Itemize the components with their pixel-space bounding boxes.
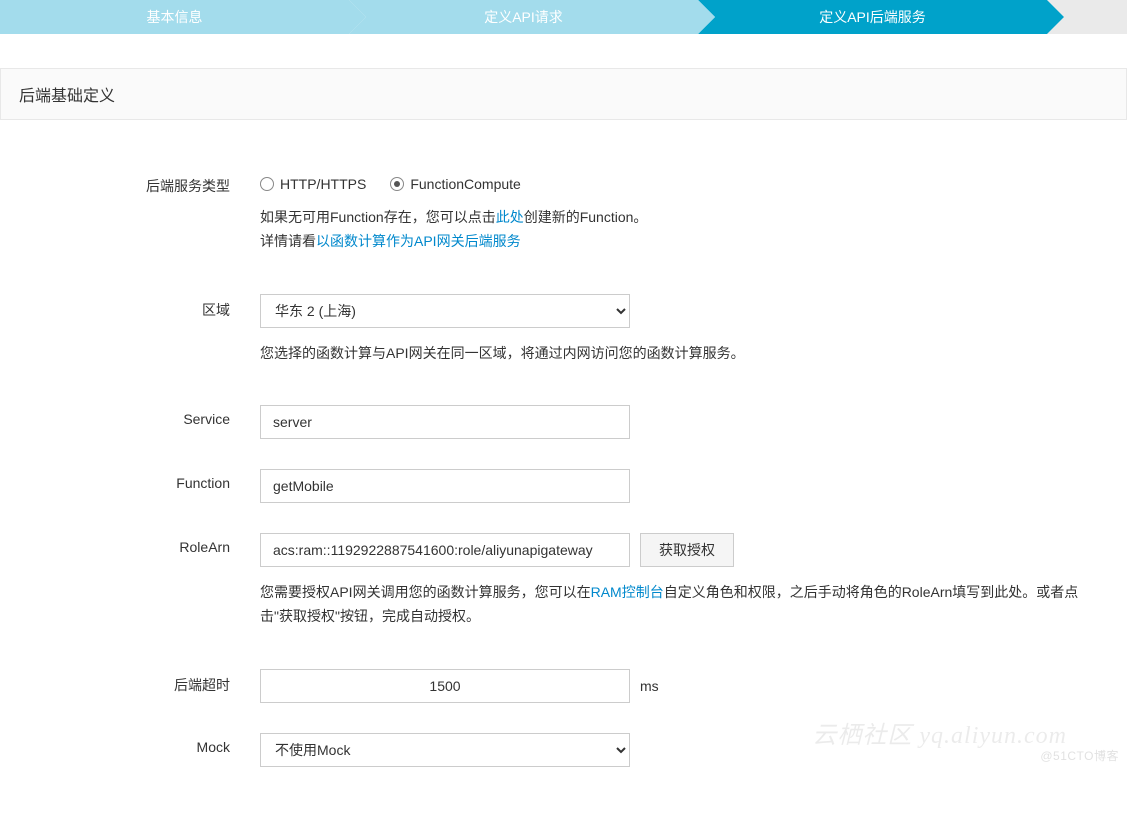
row-service: Service [0,405,1127,439]
row-region: 区域 华东 2 (上海) 您选择的函数计算与API网关在同一区域，将通过内网访问… [0,294,1127,366]
input-backend-timeout[interactable] [260,669,630,703]
label-mock: Mock [0,733,260,755]
button-get-authorization[interactable]: 获取授权 [640,533,734,567]
input-rolearn[interactable] [260,533,630,567]
input-function[interactable] [260,469,630,503]
select-mock[interactable]: 不使用Mock [260,733,630,767]
step-define-backend-service[interactable]: 定义API后端服务 [698,0,1047,34]
label-backend-type: 后端服务类型 [0,170,260,196]
label-rolearn: RoleArn [0,533,260,555]
radio-function-compute[interactable]: FunctionCompute [390,176,521,192]
hint-text: 您需要授权API网关调用您的函数计算服务，您可以在 [260,584,591,600]
backend-definition-form: 后端服务类型 HTTP/HTTPS FunctionCompute 如果无可用F… [0,120,1127,817]
chevron-right-icon [698,0,715,34]
label-service: Service [0,405,260,427]
section-header: 后端基础定义 [0,68,1127,120]
hint-region: 您选择的函数计算与API网关在同一区域，将通过内网访问您的函数计算服务。 [260,342,1107,366]
hint-backend-type: 如果无可用Function存在，您可以点击此处创建新的Function。 详情请… [260,206,1107,254]
radio-label: HTTP/HTTPS [280,176,366,192]
radio-icon [390,177,404,191]
label-function: Function [0,469,260,491]
radio-label: FunctionCompute [410,176,521,192]
hint-text: 创建新的Function。 [524,209,648,225]
label-region: 区域 [0,294,260,320]
radio-http-https[interactable]: HTTP/HTTPS [260,176,366,192]
step-label: 定义API请求 [484,7,563,27]
hint-text: 详情请看 [260,233,316,249]
row-rolearn: RoleArn 获取授权 您需要授权API网关调用您的函数计算服务，您可以在RA… [0,533,1127,629]
step-define-api-request[interactable]: 定义API请求 [349,0,698,34]
radio-group-backend-type: HTTP/HTTPS FunctionCompute [260,170,1107,192]
hint-rolearn: 您需要授权API网关调用您的函数计算服务，您可以在RAM控制台自定义角色和权限，… [260,581,1107,629]
row-function: Function [0,469,1127,503]
row-backend-type: 后端服务类型 HTTP/HTTPS FunctionCompute 如果无可用F… [0,170,1127,254]
hint-text: 如果无可用Function存在，您可以点击 [260,209,496,225]
chevron-right-icon [1047,0,1064,34]
link-fc-as-backend-doc[interactable]: 以函数计算作为API网关后端服务 [316,233,521,249]
row-mock: Mock 不使用Mock [0,733,1127,767]
step-basic-info[interactable]: 基本信息 [0,0,349,34]
chevron-right-icon [349,0,366,34]
radio-icon [260,177,274,191]
input-service[interactable] [260,405,630,439]
link-ram-console[interactable]: RAM控制台 [591,584,664,600]
link-create-function[interactable]: 此处 [496,209,524,225]
wizard-stepper: 基本信息 定义API请求 定义API后端服务 [0,0,1127,34]
select-region[interactable]: 华东 2 (上海) [260,294,630,328]
section-title: 后端基础定义 [19,88,115,105]
label-backend-timeout: 后端超时 [0,669,260,695]
row-backend-timeout: 后端超时 ms [0,669,1127,703]
step-label: 定义API后端服务 [819,7,926,27]
step-label: 基本信息 [147,7,203,27]
unit-ms: ms [640,678,659,694]
